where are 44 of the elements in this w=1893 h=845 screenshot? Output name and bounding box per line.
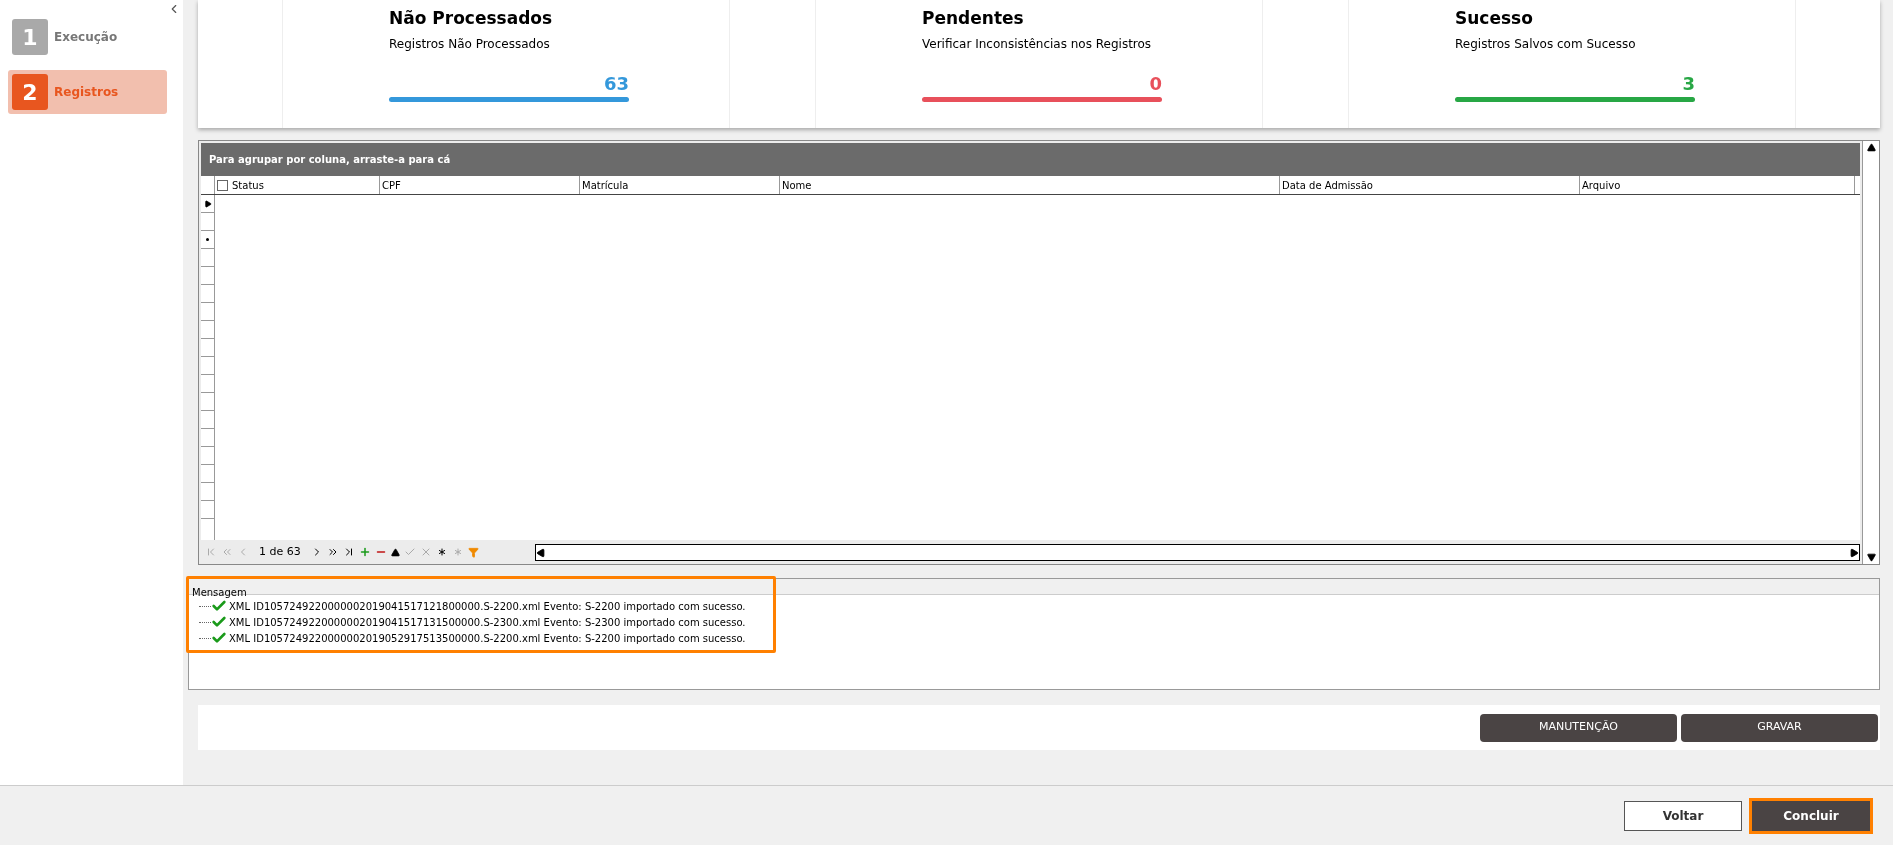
card-count: 3 [1682,72,1695,95]
group-hint: Para agrupar por coluna, arraste-a para cá [209,153,451,167]
column-header[interactable]: CPF [380,176,580,194]
card-subtitle: Registros Salvos com Sucesso [1455,35,1637,53]
column-header[interactable]: Status [230,176,380,194]
step-label: Registros [54,84,119,101]
card-count: 63 [603,72,629,95]
select-all-checkbox[interactable] [217,179,228,191]
card-count: 0 [1149,72,1162,95]
step-number: 2 [12,74,48,110]
pager-position: 1 de 63 [258,543,302,560]
message-text: XML ID1057249220000002019041517131500000.S-2300.xml Evento: S-2300 importado com sucesso. [228,615,746,630]
footer-button[interactable]: Voltar [1624,800,1742,831]
scroll-left-icon[interactable] [536,547,546,558]
action-button[interactable]: MANUTENÇÃO [1480,713,1677,742]
message-header: Mensagem [192,587,247,598]
card-title: Sucesso [1455,7,1534,30]
card-subtitle: Verificar Inconsistências nos Registros [922,35,1153,53]
success-check-icon [211,630,227,646]
footer-button[interactable]: Concluir [1752,800,1870,831]
horizontal-scrollbar[interactable] [535,543,1860,561]
card-title: Não Processados [389,7,554,30]
action-button[interactable]: GRAVAR [1681,713,1878,742]
column-header[interactable]: Nome [780,176,1280,194]
check-icon[interactable] [403,546,416,558]
success-check-icon [211,614,227,630]
column-header[interactable]: Arquivo [1580,176,1855,194]
vertical-scrollbar[interactable] [1862,141,1879,564]
step-label: Execução [54,29,118,46]
column-header[interactable]: Matrícula [580,176,780,194]
message-text: XML ID1057249220000002019041517121800000.S-2200.xml Evento: S-2200 importado com sucesso. [228,599,746,614]
scroll-down-icon[interactable] [1866,553,1876,562]
scroll-right-icon[interactable] [1849,547,1859,558]
column-header[interactable]: Data de Admissão [1280,176,1580,194]
message-text: XML ID1057249220000002019052917513500000.S-2200.xml Evento: S-2200 importado com sucesso. [228,631,746,646]
card-subtitle: Registros Não Processados [389,35,551,53]
success-check-icon [211,598,227,614]
step-item[interactable]: 2 Registros [8,70,167,114]
step-number: 1 [12,19,48,55]
up-icon[interactable] [390,547,400,557]
scroll-up-icon[interactable] [1866,143,1876,152]
row-indicator-icon [203,199,212,208]
card-title: Pendentes [922,7,1025,30]
next-page-icon[interactable] [326,546,339,558]
